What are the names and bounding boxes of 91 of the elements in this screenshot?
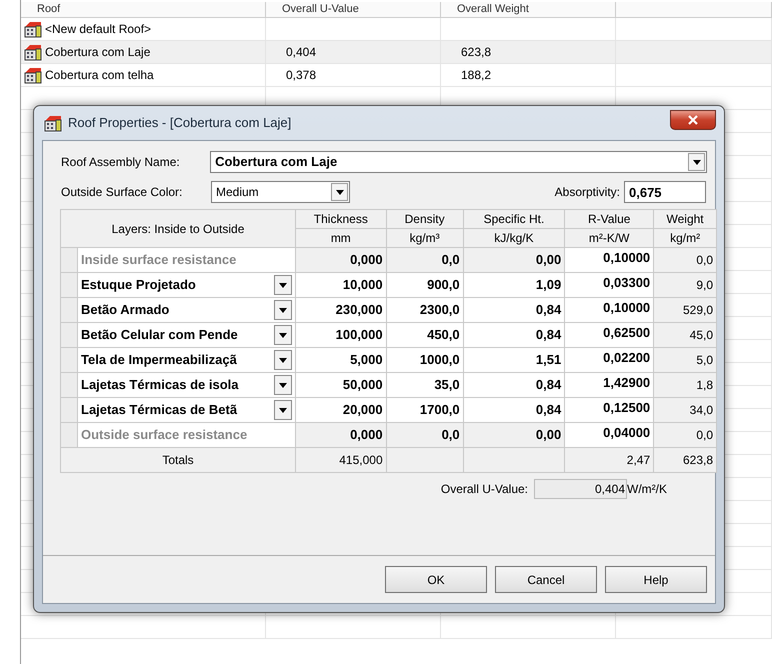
- caret-icon: [336, 190, 344, 194]
- column-header: Thickness: [296, 210, 386, 228]
- color-combo-box[interactable]: Medium: [211, 181, 350, 203]
- table-cell: 45,0: [690, 328, 713, 342]
- caret-icon: [279, 382, 287, 388]
- dropdown-button[interactable]: [274, 350, 292, 370]
- close-icon: [688, 115, 698, 125]
- table-cell: 2,47: [626, 453, 650, 467]
- table-cell[interactable]: 1,09: [536, 277, 562, 292]
- table-cell: 0,03300: [603, 275, 650, 290]
- caret-icon: [279, 408, 287, 412]
- dropdown-button[interactable]: [274, 375, 292, 395]
- caret-icon: [279, 308, 287, 312]
- table-cell: 529,0: [682, 303, 713, 317]
- column-header: R-Value: [564, 210, 654, 228]
- column-header: Density: [386, 210, 464, 228]
- dropdown-button[interactable]: [274, 300, 292, 320]
- roof-icon: [24, 20, 42, 38]
- list-row[interactable]: Cobertura com telha 0,378 188,2: [21, 64, 772, 87]
- roof-name: <New default Roof>: [45, 21, 152, 38]
- table-cell: 623,8: [682, 453, 713, 467]
- table-cell: 5,0: [696, 353, 713, 367]
- table-cell: 0,0: [442, 252, 460, 268]
- table-cell: 0,62500: [603, 325, 650, 340]
- unit-label: kJ/kg/K: [463, 228, 565, 248]
- unit-label: W/m²/K: [627, 481, 668, 498]
- column-header[interactable]: Roof: [21, 2, 266, 17]
- dropdown-button[interactable]: [688, 153, 705, 171]
- field-label: Roof Assembly Name:: [61, 154, 181, 171]
- dropdown-button[interactable]: [274, 400, 292, 420]
- table-cell-text: 0,404: [286, 44, 316, 61]
- table-cell: 0,0: [442, 427, 460, 442]
- column-header: Layers: Inside to Outside: [60, 210, 296, 248]
- caret-icon: [692, 160, 700, 164]
- layer-name: Outside surface resistance: [81, 427, 248, 442]
- unit-label: kg/m³: [386, 228, 464, 248]
- table-cell: 0,12500: [603, 400, 650, 415]
- roof-icon: [44, 114, 62, 132]
- table-cell: 0,0: [696, 428, 713, 442]
- table-cell: 0,000: [350, 427, 383, 442]
- window-title: Roof Properties - [Cobertura com Laje]: [68, 114, 292, 132]
- totals-label: Totals: [162, 453, 194, 467]
- table-cell: 0,0: [696, 253, 713, 267]
- table-cell-text: 0,378: [286, 67, 316, 84]
- field-label: Outside Surface Color:: [61, 184, 184, 201]
- table-cell[interactable]: 0,84: [536, 327, 562, 342]
- table-cell: 0,10000: [603, 300, 650, 315]
- table-cell[interactable]: 0,84: [536, 377, 562, 392]
- table-cell: 34,0: [690, 403, 713, 417]
- caret-icon: [279, 332, 287, 338]
- dialog-button[interactable]: OK: [385, 566, 487, 593]
- table-cell-text: 623,8: [461, 44, 492, 61]
- table-cell: 0,10000: [603, 250, 650, 265]
- table-cell: 0,00: [536, 427, 562, 442]
- table-cell: 0,000: [350, 252, 383, 268]
- column-header: Weight: [654, 210, 716, 228]
- table-cell: 0,04000: [603, 425, 650, 440]
- table-cell: 0,02200: [603, 350, 650, 365]
- table-cell-text: 188,2: [461, 67, 492, 84]
- table-cell: 1,42900: [603, 375, 650, 390]
- absorptivity-field[interactable]: 0,675: [624, 181, 706, 203]
- column-header[interactable]: Overall U-Value: [266, 2, 441, 17]
- unit-label: kg/m²: [654, 228, 716, 248]
- dialog-button[interactable]: Help: [605, 566, 707, 593]
- caret-icon: [279, 358, 287, 362]
- table-cell: 415,000: [339, 453, 383, 467]
- column-header: Specific Ht.: [463, 210, 565, 228]
- dialog-button[interactable]: Cancel: [495, 566, 597, 593]
- table-cell[interactable]: 0,84: [536, 402, 562, 418]
- field-label: Absorptivity:: [554, 184, 620, 201]
- roof-icon: [24, 43, 42, 61]
- roof-name: Cobertura com telha: [45, 67, 154, 84]
- layer-name: Inside surface resistance: [81, 252, 236, 268]
- list-row[interactable]: Cobertura com Laje 0,404 623,8: [21, 41, 772, 64]
- caret-icon: [279, 282, 287, 288]
- u-value-field: 0,404: [534, 479, 627, 499]
- dropdown-button[interactable]: [331, 183, 348, 201]
- dropdown-button[interactable]: [274, 325, 292, 345]
- table-cell[interactable]: 1,51: [536, 352, 562, 368]
- dropdown-button[interactable]: [274, 275, 292, 295]
- roof-icon: [24, 66, 42, 84]
- table-cell: 0,00: [536, 252, 562, 268]
- column-header[interactable]: Overall Weight: [441, 2, 616, 17]
- table-cell[interactable]: 0,84: [536, 302, 562, 318]
- field-label: Overall U-Value:: [440, 481, 528, 498]
- unit-label: mm: [296, 228, 386, 248]
- name-combo-box[interactable]: Cobertura com Laje: [210, 151, 707, 173]
- roof-name: Cobertura com Laje: [45, 44, 150, 61]
- table-cell: 9,0: [696, 278, 713, 292]
- table-cell: 1,8: [696, 378, 713, 392]
- close-button[interactable]: [670, 110, 716, 130]
